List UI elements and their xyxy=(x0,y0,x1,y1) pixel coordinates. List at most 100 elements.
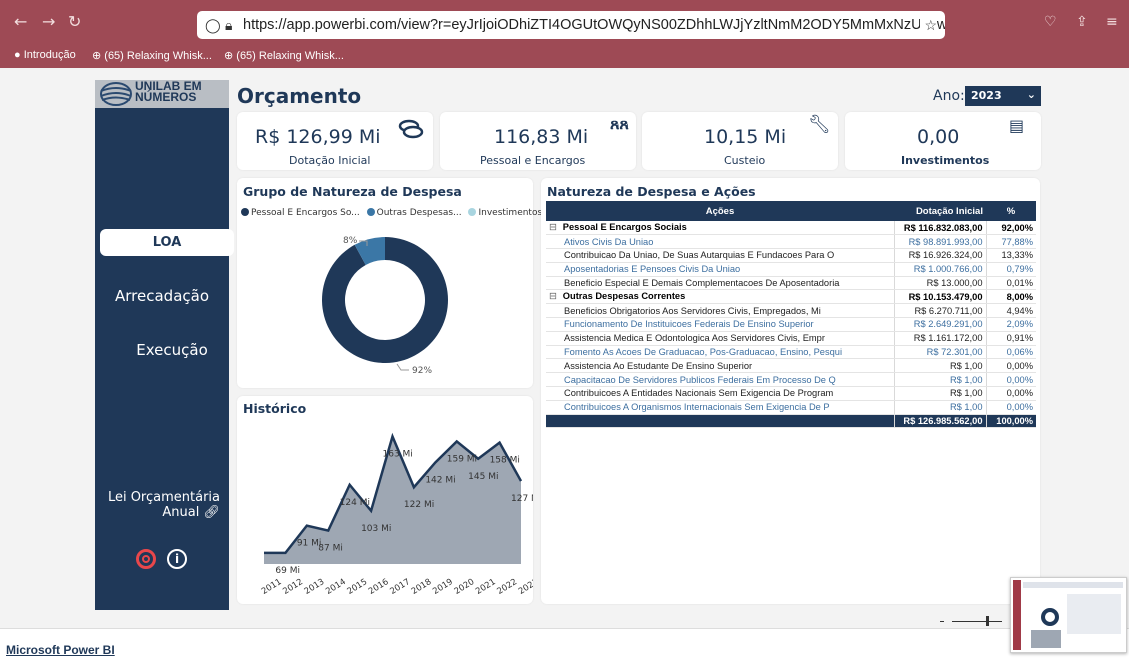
table-row[interactable]: Contribuicoes A Entidades Nacionais Sem … xyxy=(546,386,1036,401)
row-pct: 0,91% xyxy=(985,331,1036,346)
nav-arrecadacao[interactable]: Arrecadação xyxy=(95,287,229,305)
globe-icon xyxy=(100,82,132,106)
collapse-icon[interactable]: ⊟ xyxy=(549,291,557,301)
x-tick-label: 2021 xyxy=(474,577,498,597)
bookmark-relaxing-1[interactable]: ⊕ (65) Relaxing Whisk... xyxy=(92,49,212,62)
powerbi-link[interactable]: Microsoft Power BI xyxy=(6,643,115,657)
table-row[interactable]: Ativos Civis Da Uniao R$ 98.891.993,00 77,… xyxy=(546,234,1036,250)
table-row[interactable]: Assistencia Ao Estudante De Ensino Super… xyxy=(546,358,1036,374)
x-tick-label: 2013 xyxy=(303,577,327,597)
kpi-value: 0,00 xyxy=(917,126,960,148)
zoom-minus-icon[interactable] xyxy=(940,621,944,622)
row-label: Fomento As Acoes De Graduacao, Pos-Gradu… xyxy=(546,345,894,360)
zoom-handle[interactable] xyxy=(986,616,989,626)
star-icon[interactable]: ☆ xyxy=(920,11,937,39)
forward-icon[interactable]: → xyxy=(42,12,55,32)
row-value: R$ 2.649.291,00 xyxy=(893,317,986,332)
row-value: R$ 1,00 xyxy=(893,358,986,374)
row-pct: 0,01% xyxy=(985,276,1036,291)
x-tick-label: 2014 xyxy=(324,577,348,597)
data-label: 127 Mi xyxy=(511,494,533,504)
lei-orcamentaria-link[interactable]: Lei Orçamentária Anual 🔗︎ xyxy=(100,490,220,520)
nav-execucao[interactable]: Execução xyxy=(105,341,239,359)
building-icon: ▤ xyxy=(1009,116,1025,135)
menu-icon[interactable]: ≡ xyxy=(1106,12,1118,32)
x-tick-label: 2016 xyxy=(367,577,391,597)
kpi-value: 116,83 Mi xyxy=(494,126,589,148)
share-icon[interactable]: ⇪ xyxy=(1076,12,1088,32)
table-row[interactable]: Capacitacao De Servidores Publicos Feder… xyxy=(546,372,1036,388)
row-label: Contribuicoes A Entidades Nacionais Sem … xyxy=(546,386,894,401)
row-pct: 0,00% xyxy=(985,372,1036,388)
row-pct: 8,00% xyxy=(985,289,1036,305)
row-label: Assistencia Ao Estudante De Ensino Super… xyxy=(546,358,894,374)
row-value: R$ 13.000,00 xyxy=(893,276,986,291)
data-label: 87 Mi xyxy=(318,544,343,554)
legend-item[interactable]: Pessoal E Encargos So... xyxy=(241,208,360,218)
link-icon: 🔗︎ xyxy=(203,505,220,520)
table-row[interactable]: Fomento As Acoes De Graduacao, Pos-Gradu… xyxy=(546,345,1036,360)
col-dotacao[interactable]: Dotação Inicial xyxy=(894,201,986,221)
row-value: R$ 98.891.993,00 xyxy=(893,234,986,250)
x-tick-label: 2023 xyxy=(517,577,533,597)
row-label: ⊟ Pessoal E Encargos Sociais xyxy=(546,221,894,236)
x-tick-label: 2018 xyxy=(410,577,434,597)
table-row[interactable]: Beneficios Obrigatorios Aos Servidores C… xyxy=(546,303,1036,319)
row-label: Contribuicoes A Organismos Internacionai… xyxy=(546,400,894,415)
year-dropdown[interactable]: 2023 ⌄ xyxy=(965,86,1041,106)
people-icon: ጸጸ xyxy=(610,114,629,133)
pocket-icon[interactable]: ♡ xyxy=(1044,12,1057,32)
row-value: R$ 72.301,00 xyxy=(893,345,986,360)
table-row[interactable]: Contribuicoes A Organismos Internacionai… xyxy=(546,400,1036,415)
donut-label-big: 92% xyxy=(412,366,432,376)
collapse-icon[interactable]: ⊟ xyxy=(549,222,557,232)
legend-item[interactable]: Outras Despesas... xyxy=(366,208,462,218)
x-tick-label: 2019 xyxy=(431,577,455,597)
table-group-row[interactable]: ⊟ Pessoal E Encargos Sociais R$ 116.832.08… xyxy=(546,221,1036,236)
table-row[interactable]: Beneficio Especial E Demais Complementac… xyxy=(546,276,1036,291)
data-label: 124 Mi xyxy=(340,498,370,508)
bookmark-relaxing-2[interactable]: ⊕ (65) Relaxing Whisk... xyxy=(224,49,344,62)
bookmarks-bar: ● Introdução ⊕ (65) Relaxing Whisk... ⊕ … xyxy=(0,46,1129,68)
minimap-thumbnail[interactable] xyxy=(1010,577,1127,653)
table-row[interactable]: Contribuicao Da Uniao, De Suas Autarquia… xyxy=(546,248,1036,263)
x-tick-label: 2015 xyxy=(346,577,370,597)
donut-legend: Pessoal E Encargos So... Outras Despesas… xyxy=(241,208,542,218)
col-acoes[interactable]: Ações xyxy=(546,201,894,221)
nav-loa-button[interactable]: LOA xyxy=(100,229,234,256)
legend-item[interactable]: Investimentos xyxy=(468,208,542,218)
row-label: Beneficio Especial E Demais Complementac… xyxy=(546,276,894,291)
kpi-label: Dotação Inicial xyxy=(289,154,371,167)
coins-icon xyxy=(398,119,424,139)
table-row[interactable]: Funcionamento De Instituicoes Federais D… xyxy=(546,317,1036,332)
address-bar[interactable]: ◯ 🔒︎ https://app.powerbi.com/view?r=eyJr… xyxy=(197,11,945,39)
url-text: https://app.powerbi.com/view?r=eyJrIjoiO… xyxy=(243,17,945,33)
row-value: R$ 1.000.766,00 xyxy=(893,262,986,277)
data-label: 158 Mi xyxy=(490,456,520,466)
total-label xyxy=(546,414,894,428)
row-label: Ativos Civis Da Uniao xyxy=(546,234,894,250)
row-value: R$ 1,00 xyxy=(893,386,986,401)
bookmark-introducao[interactable]: ● Introdução xyxy=(14,49,76,61)
back-icon[interactable]: ← xyxy=(14,12,27,32)
row-pct: 0,00% xyxy=(985,400,1036,415)
row-label: Funcionamento De Instituicoes Federais D… xyxy=(546,317,894,332)
zoom-slider[interactable] xyxy=(952,621,1002,622)
info-icon[interactable]: i xyxy=(167,549,187,569)
historico-chart: 69 Mi91 Mi87 Mi124 Mi103 Mi163 Mi122 Mi1… xyxy=(260,432,533,597)
lifebuoy-icon[interactable] xyxy=(136,549,156,569)
wrench-icon: 🔧︎ xyxy=(808,114,831,135)
table-group-row[interactable]: ⊟ Outras Despesas Correntes R$ 10.153.479,… xyxy=(546,289,1036,305)
donut-title: Grupo de Natureza de Despesa xyxy=(243,184,462,199)
x-tick-label: 2020 xyxy=(453,577,477,597)
x-tick-label: 2011 xyxy=(260,577,284,597)
reload-icon[interactable]: ↻ xyxy=(68,12,81,32)
table-row[interactable]: Assistencia Medica E Odontologica Aos Se… xyxy=(546,331,1036,346)
row-pct: 0,06% xyxy=(985,345,1036,360)
row-value: R$ 1,00 xyxy=(893,372,986,388)
table-row[interactable]: Aposentadorias E Pensoes Civis Da Uniao R… xyxy=(546,262,1036,277)
year-label: Ano: xyxy=(933,88,965,104)
col-pct[interactable]: % xyxy=(986,201,1036,221)
row-pct: 4,94% xyxy=(985,303,1036,319)
kpi-label: Investimentos xyxy=(901,154,990,167)
